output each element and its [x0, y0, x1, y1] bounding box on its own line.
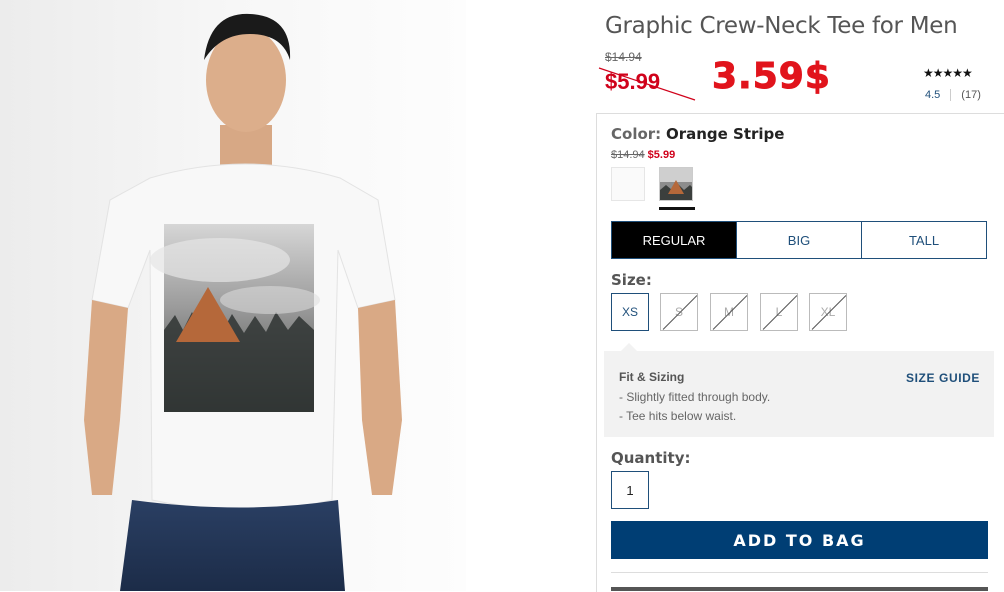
tab-big[interactable]: BIG: [736, 222, 861, 258]
tab-tall[interactable]: TALL: [861, 222, 986, 258]
color-sale-price: $5.99: [647, 149, 676, 161]
fit-sizing-title: Fit & Sizing: [619, 370, 685, 384]
size-label: Size:: [611, 271, 652, 289]
size-guide-link[interactable]: SIZE GUIDE: [906, 371, 980, 385]
swatch-orange-stripe[interactable]: [659, 167, 693, 201]
original-price: $14.94: [605, 50, 642, 64]
add-to-bag-button[interactable]: ADD TO BAG: [611, 521, 988, 559]
size-option-s[interactable]: S: [660, 293, 698, 331]
rating-stars-icon[interactable]: ★★★★★: [923, 66, 973, 80]
next-section-bar: [611, 587, 988, 591]
color-value: Orange Stripe: [665, 125, 785, 143]
color-prices: $14.94 $5.99: [611, 149, 675, 161]
tab-regular[interactable]: REGULAR: [612, 222, 736, 258]
size-option-l[interactable]: L: [760, 293, 798, 331]
fit-tabs: REGULAR BIG TALL: [611, 221, 987, 259]
size-option-xl[interactable]: XL: [809, 293, 847, 331]
sale-price: $5.99: [605, 69, 661, 94]
divider: [950, 89, 952, 102]
overlay-price-annotation: 3.59$: [712, 56, 831, 98]
color-original-price: $14.94: [611, 149, 645, 161]
size-option-xs[interactable]: XS: [611, 293, 649, 331]
product-image[interactable]: [0, 0, 466, 591]
swatch-white[interactable]: [611, 167, 645, 201]
divider: [611, 572, 988, 573]
color-selection: Color: Orange Stripe: [611, 125, 784, 143]
product-title: Graphic Crew-Neck Tee for Men: [605, 13, 958, 39]
review-count[interactable]: (17): [961, 89, 981, 101]
quantity-label: Quantity:: [611, 449, 691, 467]
quantity-input[interactable]: [611, 471, 649, 509]
fit-detail-line: - Slightly fitted through body.: [619, 390, 771, 404]
swatch-selected-indicator: [659, 207, 695, 210]
rating-value: 4.5: [925, 89, 941, 101]
rating-summary[interactable]: 4.5 (17): [925, 89, 981, 102]
fit-detail-line: - Tee hits below waist.: [619, 409, 737, 423]
color-label: Color:: [611, 125, 662, 143]
size-option-m[interactable]: M: [710, 293, 748, 331]
